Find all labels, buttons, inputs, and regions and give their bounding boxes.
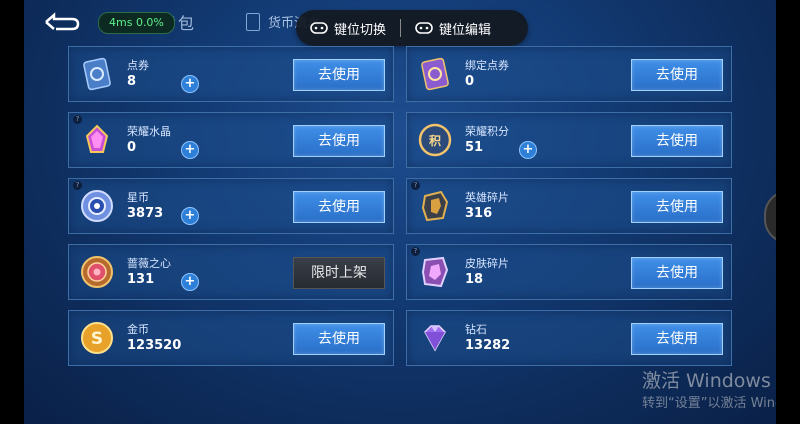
currency-flow-icon: [246, 12, 260, 31]
currency-name: 钻石: [465, 323, 487, 336]
svg-text:S: S: [91, 329, 103, 349]
use-gold-button[interactable]: 去使用: [293, 323, 385, 355]
currency-name: 金币: [127, 323, 149, 336]
currency-count: 51: [465, 140, 484, 155]
use-skin-fragment-button[interactable]: 去使用: [631, 257, 723, 289]
currency-card-skin-fragment: ? 皮肤碎片 18 去使用: [406, 244, 732, 300]
add-coupon-button[interactable]: +: [181, 75, 199, 93]
windows-activation-hint: 转到“设置”以激活 Windows: [642, 396, 776, 411]
limited-time-badge: 限时上架: [293, 257, 385, 289]
currency-count: 8: [127, 74, 137, 89]
add-star-coin-button[interactable]: +: [181, 207, 199, 225]
currency-name: 英雄碎片: [465, 191, 509, 204]
star-coin-icon: [81, 190, 113, 222]
key-edit-label: 键位编辑: [439, 22, 492, 38]
letterbox-right: [776, 0, 800, 424]
gamepad-icon: [415, 22, 433, 34]
currency-name: 荣耀积分: [465, 125, 509, 138]
add-crystal-button[interactable]: +: [181, 141, 199, 159]
back-arrow-icon[interactable]: [42, 10, 82, 34]
currency-count: 0: [127, 140, 137, 155]
use-glory-points-button[interactable]: 去使用: [631, 125, 723, 157]
side-drawer-handle[interactable]: [764, 190, 776, 244]
windows-activation-title: 激活 Windows: [642, 370, 771, 392]
glory-points-icon: 积: [418, 123, 452, 157]
currency-card-star-coin: ? 星币 3873 + 去使用: [68, 178, 394, 234]
currency-card-diamond: 钻石 13282 去使用: [406, 310, 732, 366]
currency-count: 18: [465, 272, 484, 287]
currency-count: 123520: [127, 338, 182, 353]
currency-count: 3873: [127, 206, 164, 221]
gamepad-icon: [310, 22, 328, 34]
gold-coin-icon: S: [81, 322, 113, 354]
hero-fragment-icon: [421, 190, 449, 222]
key-edit-button[interactable]: 键位编辑: [401, 10, 505, 46]
currency-name: 点券: [127, 59, 149, 72]
key-menu: 键位切换 键位编辑: [296, 10, 528, 46]
use-coupon-button[interactable]: 去使用: [293, 59, 385, 91]
performance-indicator: 4ms 0.0%: [98, 12, 175, 34]
use-crystal-button[interactable]: 去使用: [293, 125, 385, 157]
add-glory-points-button[interactable]: +: [519, 141, 537, 159]
use-hero-fragment-button[interactable]: 去使用: [631, 191, 723, 223]
svg-text:积: 积: [429, 133, 441, 148]
use-bound-coupon-button[interactable]: 去使用: [631, 59, 723, 91]
currency-count: 316: [465, 206, 493, 221]
rose-heart-icon: [81, 256, 113, 288]
currency-card-rose-heart: 蔷薇之心 131 + 限时上架: [68, 244, 394, 300]
bound-coupon-icon: [421, 57, 449, 91]
currency-backpack-screen: 货币背包 4ms 0.0% 货币流水 键位切换 键位编辑 点券 8 + 去使用: [24, 0, 776, 424]
currency-count: 0: [465, 74, 475, 89]
currency-card-glory-points: 积 荣耀积分 51 + 去使用: [406, 112, 732, 168]
use-star-coin-button[interactable]: 去使用: [293, 191, 385, 223]
currency-name: 星币: [127, 191, 149, 204]
currency-card-gold: S 金币 123520 去使用: [68, 310, 394, 366]
key-switch-button[interactable]: 键位切换: [296, 10, 400, 46]
currency-name: 绑定点券: [465, 59, 509, 72]
key-switch-label: 键位切换: [334, 22, 387, 38]
currency-count: 131: [127, 272, 155, 287]
diamond-icon: [424, 325, 446, 352]
currency-count: 13282: [465, 338, 511, 353]
currency-card-bound-coupon: 绑定点券 0 去使用: [406, 46, 732, 102]
top-bar: 货币背包 4ms 0.0% 货币流水 键位切换 键位编辑: [24, 0, 776, 46]
letterbox-left: [0, 0, 24, 424]
coupon-icon: [83, 57, 111, 91]
currency-name: 皮肤碎片: [465, 257, 509, 270]
crystal-icon: [85, 124, 109, 153]
skin-fragment-icon: [421, 256, 449, 288]
currency-name: 荣耀水晶: [127, 125, 171, 138]
use-diamond-button[interactable]: 去使用: [631, 323, 723, 355]
currency-card-coupon: 点券 8 + 去使用: [68, 46, 394, 102]
currency-card-glory-crystal: ? 荣耀水晶 0 + 去使用: [68, 112, 394, 168]
currency-name: 蔷薇之心: [127, 257, 171, 270]
currency-card-hero-fragment: ? 英雄碎片 316 去使用: [406, 178, 732, 234]
add-rose-heart-button[interactable]: +: [181, 273, 199, 291]
